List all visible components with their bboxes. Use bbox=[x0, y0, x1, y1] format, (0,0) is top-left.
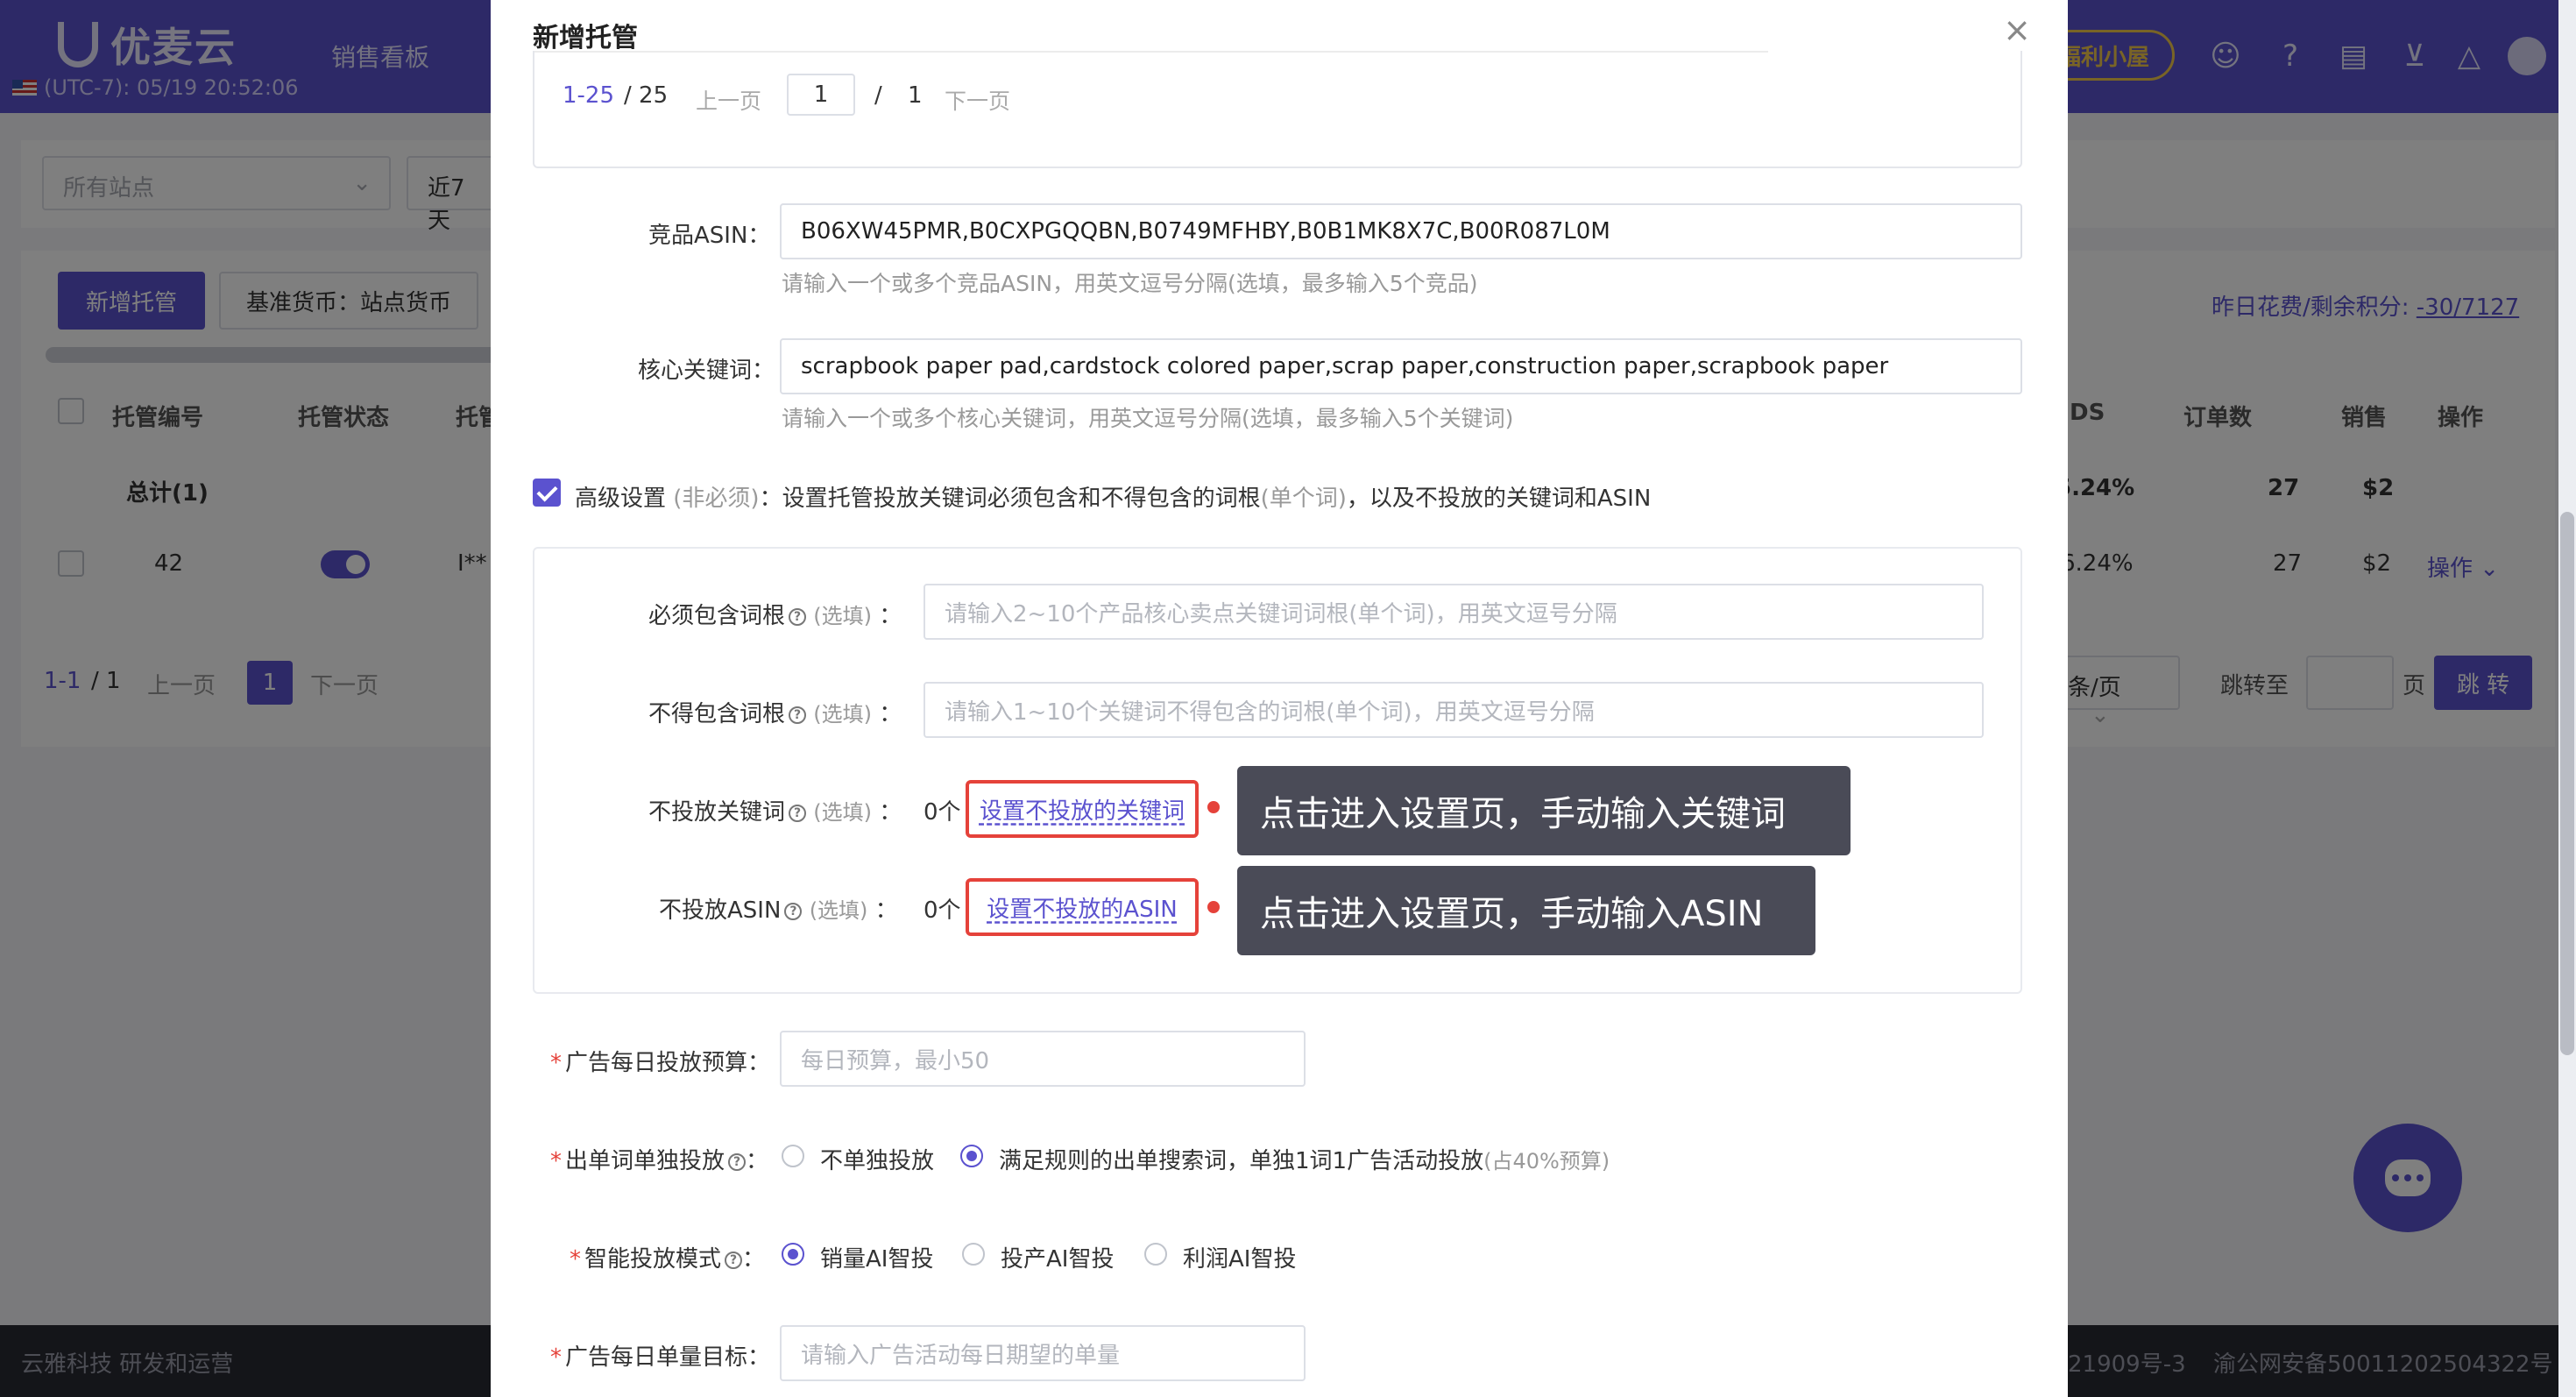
product-pager-slash: / bbox=[874, 82, 882, 109]
help-icon[interactable]: ? bbox=[789, 804, 807, 822]
neg-keywords-label-text: 不投放关键词 bbox=[648, 799, 786, 826]
help-icon[interactable]: ? bbox=[725, 1251, 743, 1269]
page-scrollbar-thumb[interactable] bbox=[2560, 512, 2574, 1055]
help-icon[interactable]: ? bbox=[789, 607, 807, 626]
must-exclude-label-text: 不得包含词根 bbox=[648, 701, 786, 727]
must-exclude-input[interactable]: 请输入1~10个关键词不得包含的词根(单个词)，用英文逗号分隔 bbox=[924, 682, 1984, 738]
callout-dot bbox=[1207, 801, 1220, 813]
neg-asin-label-text: 不投放ASIN bbox=[659, 897, 782, 924]
single-word-radio-1[interactable] bbox=[960, 1145, 983, 1167]
smart-mode-label: * 智能投放模式?： bbox=[570, 1246, 766, 1273]
must-include-input[interactable]: 请输入2~10个产品核心卖点关键词词根(单个词)，用英文逗号分隔 bbox=[924, 584, 1984, 640]
required-mark: * bbox=[570, 1246, 581, 1273]
smart-mode-label-text: 智能投放模式 bbox=[584, 1246, 722, 1273]
daily-units-input[interactable]: 请输入广告活动每日期望的单量 bbox=[780, 1325, 1306, 1381]
neg-asin-label: 不投放ASIN? (选填) ： bbox=[659, 897, 898, 924]
neg-keywords-callout: 点击进入设置页，手动输入关键词 bbox=[1237, 766, 1851, 855]
must-include-optional: (选填) bbox=[813, 604, 873, 628]
smart-mode-radio-1[interactable] bbox=[962, 1243, 985, 1266]
smart-mode-option-0[interactable]: 销量AI智投 bbox=[820, 1241, 933, 1273]
neg-asin-callout: 点击进入设置页，手动输入ASIN bbox=[1237, 866, 1815, 955]
neg-keywords-label: 不投放关键词? (选填) ： bbox=[648, 799, 902, 826]
single-word-option-1-text: 满足规则的出单搜索词，单独1词1广告活动投放 bbox=[999, 1148, 1484, 1174]
add-hosting-modal: 新增托管 × 1-25 / 25 上一页 1 / 1 下一页 竞品ASIN： B… bbox=[491, 0, 2068, 1397]
help-icon[interactable]: ? bbox=[789, 706, 807, 724]
competitor-asin-label: 竞品ASIN： bbox=[648, 223, 771, 249]
product-pager-prev[interactable]: 上一页 bbox=[696, 84, 761, 116]
help-icon[interactable]: ? bbox=[728, 1152, 747, 1171]
single-word-option-0[interactable]: 不单独投放 bbox=[820, 1143, 934, 1175]
neg-asin-optional: (选填) bbox=[809, 898, 868, 923]
advanced-settings-checkbox[interactable] bbox=[533, 479, 561, 507]
must-exclude-label: 不得包含词根? (选填) ： bbox=[648, 701, 902, 727]
product-pager-total: / 25 bbox=[624, 82, 669, 109]
single-word-option-note: (占40%预算) bbox=[1483, 1149, 1610, 1174]
neg-keywords-count: 0个 bbox=[924, 799, 961, 826]
product-pager-range: 1-25 bbox=[563, 82, 615, 109]
product-pager-next[interactable]: 下一页 bbox=[945, 84, 1010, 116]
advanced-desc-b: (单个词) bbox=[1260, 486, 1347, 512]
smart-mode-radio-2[interactable] bbox=[1144, 1243, 1167, 1266]
core-keywords-hint: 请输入一个或多个核心关键词，用英文逗号分隔(选填，最多输入5个关键词) bbox=[782, 406, 1514, 431]
help-icon[interactable]: ? bbox=[784, 902, 803, 920]
smart-mode-radio-0[interactable] bbox=[782, 1243, 804, 1266]
advanced-desc-c: ，以及不投放的关键词和ASIN bbox=[1346, 486, 1652, 512]
required-mark: * bbox=[550, 1344, 562, 1371]
must-include-label-text: 必须包含词根 bbox=[648, 603, 786, 629]
product-pager-input[interactable]: 1 bbox=[787, 74, 855, 116]
must-exclude-optional: (选填) bbox=[813, 702, 873, 727]
single-word-label-text: 出单词单独投放 bbox=[565, 1148, 725, 1174]
set-neg-keywords-link[interactable]: 设置不投放的关键词 bbox=[966, 780, 1199, 838]
required-mark: * bbox=[550, 1148, 562, 1174]
competitor-asin-input[interactable]: B06XW45PMR,B0CXPGQQBN,B0749MFHBY,B0B1MK8… bbox=[780, 203, 2022, 259]
advanced-label: 高级设置 bbox=[575, 486, 667, 512]
set-neg-asin-link[interactable]: 设置不投放的ASIN bbox=[966, 878, 1199, 936]
smart-mode-option-2[interactable]: 利润AI智投 bbox=[1183, 1241, 1296, 1273]
must-include-label: 必须包含词根? (选填) ： bbox=[648, 603, 902, 629]
modal-title: 新增托管 bbox=[533, 23, 638, 53]
advanced-desc-a: ：设置托管投放关键词必须包含和不得包含的词根 bbox=[759, 486, 1261, 512]
close-icon[interactable]: × bbox=[1999, 12, 2035, 47]
daily-budget-label-text: 广告每日投放预算： bbox=[565, 1050, 771, 1076]
advanced-optional: (非必须) bbox=[673, 486, 760, 512]
core-keywords-input[interactable]: scrapbook paper pad,cardstock colored pa… bbox=[780, 338, 2022, 394]
single-word-label: * 出单词单独投放?： bbox=[550, 1148, 769, 1174]
daily-budget-label: * 广告每日投放预算： bbox=[550, 1045, 770, 1077]
neg-keywords-optional: (选填) bbox=[813, 800, 873, 825]
daily-units-label: * 广告每日单量目标： bbox=[550, 1339, 770, 1372]
single-word-radio-0[interactable] bbox=[782, 1145, 804, 1167]
callout-dot bbox=[1207, 901, 1220, 913]
neg-asin-count: 0个 bbox=[924, 897, 961, 924]
advanced-settings-text: 高级设置 (非必须)：设置托管投放关键词必须包含和不得包含的词根(单个词)，以及… bbox=[575, 480, 1651, 513]
daily-budget-input[interactable]: 每日预算，最小50 bbox=[780, 1031, 1306, 1087]
core-keywords-label: 核心关键词： bbox=[638, 358, 775, 384]
single-word-option-1[interactable]: 满足规则的出单搜索词，单独1词1广告活动投放(占40%预算) bbox=[999, 1143, 1610, 1175]
product-pager-pages: 1 bbox=[908, 82, 923, 109]
required-mark: * bbox=[550, 1050, 562, 1076]
smart-mode-option-1[interactable]: 投产AI智投 bbox=[1001, 1241, 1114, 1273]
competitor-asin-hint: 请输入一个或多个竞品ASIN，用英文逗号分隔(选填，最多输入5个竞品) bbox=[782, 271, 1478, 296]
daily-units-label-text: 广告每日单量目标： bbox=[565, 1344, 771, 1371]
